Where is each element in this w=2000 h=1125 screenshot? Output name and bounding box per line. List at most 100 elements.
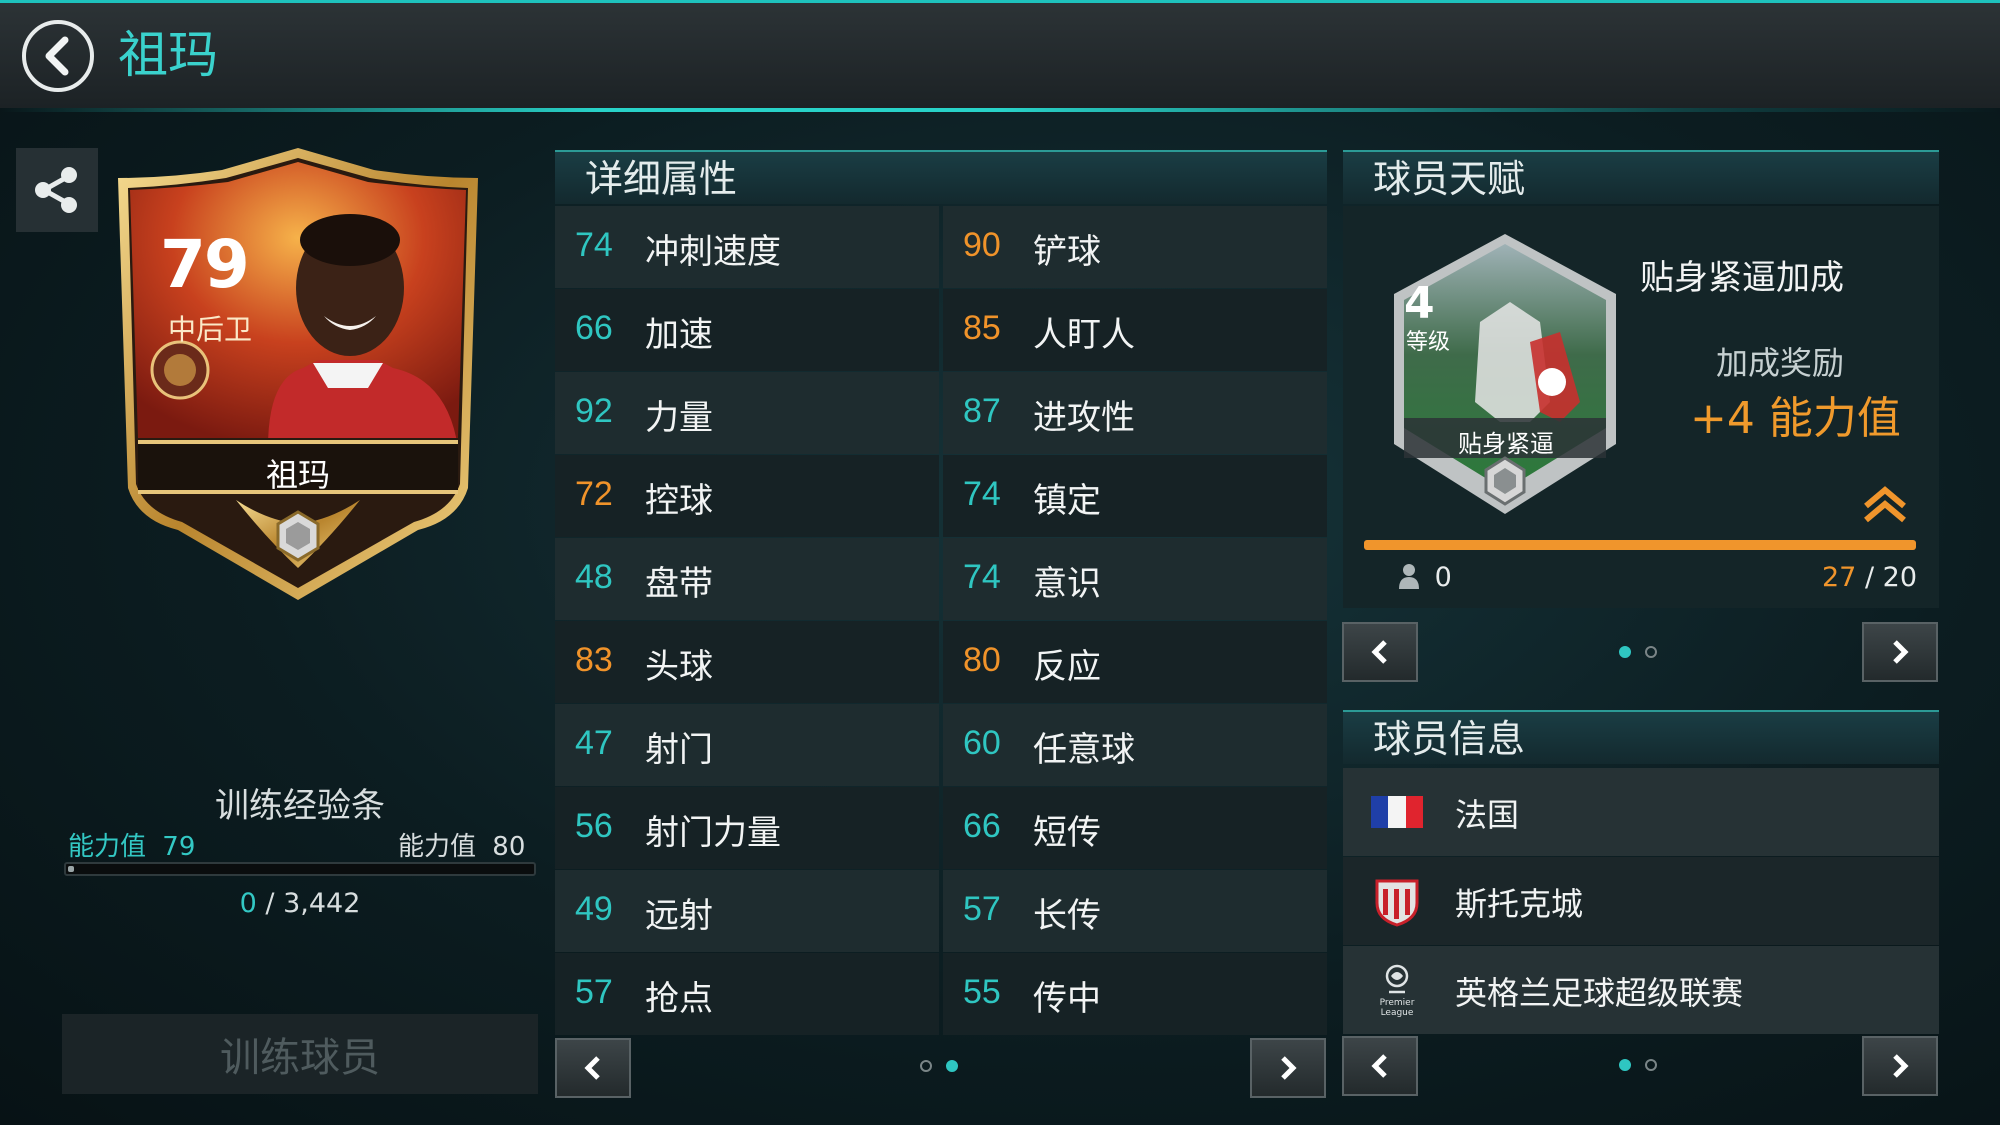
share-button[interactable] bbox=[16, 148, 98, 232]
attribute-cell-left: 49 远射 bbox=[555, 870, 939, 952]
next-level-label: 能力值 bbox=[398, 832, 477, 862]
attribute-label: 冲刺速度 bbox=[645, 232, 781, 272]
training-title: 训练经验条 bbox=[215, 786, 385, 826]
talent-progress-text: 27 / 20 bbox=[1822, 562, 1917, 593]
attribute-label: 控球 bbox=[645, 481, 713, 521]
talent-next-button[interactable] bbox=[1862, 622, 1938, 682]
card-position: 中后卫 bbox=[168, 313, 253, 346]
attribute-label: 铲球 bbox=[1033, 232, 1101, 272]
info-row-league[interactable]: Premier League 英格兰足球超级联赛 bbox=[1343, 946, 1939, 1034]
info-next-button[interactable] bbox=[1862, 1036, 1938, 1096]
talent-badge[interactable] bbox=[1390, 232, 1620, 522]
talent-prev-button[interactable] bbox=[1342, 622, 1418, 682]
attributes-prev-button[interactable] bbox=[555, 1038, 631, 1098]
attribute-value: 47 bbox=[575, 724, 613, 762]
page-dot bbox=[920, 1060, 932, 1072]
attribute-value: 90 bbox=[963, 226, 1001, 264]
france-flag-icon bbox=[1371, 796, 1423, 828]
chevron-left-icon bbox=[1371, 640, 1387, 664]
xp-separator: / bbox=[265, 888, 284, 919]
chevron-left-icon bbox=[584, 1056, 600, 1080]
attribute-value: 55 bbox=[963, 973, 1001, 1011]
attribute-cell-right: 55 传中 bbox=[943, 953, 1327, 1035]
attribute-cell-right: 80 反应 bbox=[943, 621, 1327, 703]
attributes-next-button[interactable] bbox=[1250, 1038, 1326, 1098]
current-level: 能力值 79 bbox=[68, 826, 195, 863]
bonus-label: 加成奖励 bbox=[1716, 344, 1845, 382]
attribute-cell-left: 72 控球 bbox=[555, 455, 939, 537]
talent-badge-name: 贴身紧逼 bbox=[1458, 430, 1554, 458]
attribute-cell-right: 74 意识 bbox=[943, 538, 1327, 620]
card-frame bbox=[118, 148, 478, 600]
attribute-label: 任意球 bbox=[1033, 730, 1135, 770]
page-title: 祖玛 bbox=[118, 26, 218, 84]
attribute-value: 57 bbox=[963, 890, 1001, 928]
attribute-label: 力量 bbox=[645, 398, 713, 438]
talent-count: 0 bbox=[1398, 562, 1452, 593]
current-level-value: 79 bbox=[162, 832, 196, 862]
bonus-value: +4 能力值 bbox=[1690, 393, 1901, 444]
attribute-label: 人盯人 bbox=[1033, 315, 1135, 355]
attribute-label: 镇定 bbox=[1033, 481, 1101, 521]
attribute-value: 80 bbox=[963, 641, 1001, 679]
attribute-value: 83 bbox=[575, 641, 613, 679]
talent-name: 贴身紧逼加成 bbox=[1640, 258, 1844, 298]
attribute-row: 92 力量 87 进攻性 bbox=[555, 372, 1327, 455]
chevron-right-icon bbox=[1893, 640, 1909, 664]
player-card[interactable]: 79 中后卫 祖玛 bbox=[118, 148, 478, 600]
attribute-row: 74 冲刺速度 90 铲球 bbox=[555, 206, 1327, 289]
attribute-row: 48 盘带 74 意识 bbox=[555, 538, 1327, 621]
attribute-label: 远射 bbox=[645, 896, 713, 936]
top-bar: 祖玛 bbox=[0, 0, 2000, 112]
page-dot-active bbox=[1619, 1059, 1631, 1071]
attribute-value: 60 bbox=[963, 724, 1001, 762]
attribute-cell-left: 74 冲刺速度 bbox=[555, 206, 939, 288]
page-dot-active bbox=[1619, 646, 1631, 658]
upgrade-arrow-icon bbox=[1864, 486, 1906, 523]
attribute-label: 射门 bbox=[645, 730, 713, 770]
chevron-right-icon bbox=[1281, 1056, 1297, 1080]
attribute-value: 92 bbox=[575, 392, 613, 430]
info-page-indicator bbox=[1619, 1059, 1657, 1071]
attribute-cell-left: 48 盘带 bbox=[555, 538, 939, 620]
xp-total: 3,442 bbox=[283, 888, 361, 919]
talent-count-value: 0 bbox=[1434, 562, 1452, 593]
back-button[interactable] bbox=[22, 20, 94, 92]
attributes-title: 详细属性 bbox=[585, 157, 738, 201]
talent-level-number: 4 bbox=[1404, 278, 1435, 329]
attribute-row: 83 头球 80 反应 bbox=[555, 621, 1327, 704]
info-prev-button[interactable] bbox=[1342, 1036, 1418, 1096]
page-dot bbox=[1645, 1059, 1657, 1071]
next-level-value: 80 bbox=[492, 832, 526, 862]
attribute-value: 49 bbox=[575, 890, 613, 928]
attribute-cell-left: 56 射门力量 bbox=[555, 787, 939, 869]
train-player-button[interactable]: 训练球员 bbox=[62, 1014, 538, 1094]
talent-page-indicator bbox=[1619, 646, 1657, 658]
info-row-club[interactable]: 斯托克城 bbox=[1343, 857, 1939, 945]
league-logo-text-1: Premier bbox=[1379, 998, 1415, 1008]
attribute-row: 57 抢点 55 传中 bbox=[555, 953, 1327, 1036]
league-logo: Premier League bbox=[1371, 964, 1423, 1018]
talent-progress-current: 27 bbox=[1822, 562, 1857, 593]
attribute-row: 66 加速 85 人盯人 bbox=[555, 289, 1327, 372]
chevron-right-icon bbox=[1893, 1054, 1909, 1078]
attribute-label: 进攻性 bbox=[1033, 398, 1135, 438]
info-row-nation[interactable]: 法国 bbox=[1343, 768, 1939, 856]
attribute-value: 85 bbox=[963, 309, 1001, 347]
chevron-left-icon bbox=[45, 36, 69, 76]
talent-progress-separator: / bbox=[1864, 562, 1883, 593]
league-label: 英格兰足球超级联赛 bbox=[1455, 974, 1744, 1012]
attribute-cell-right: 85 人盯人 bbox=[943, 289, 1327, 371]
attribute-row: 72 控球 74 镇定 bbox=[555, 455, 1327, 538]
xp-text: 0 / 3,442 bbox=[0, 888, 600, 919]
attribute-cell-right: 90 铲球 bbox=[943, 206, 1327, 288]
attribute-value: 66 bbox=[963, 807, 1001, 845]
next-level: 能力值 80 bbox=[398, 826, 525, 863]
attribute-cell-right: 60 任意球 bbox=[943, 704, 1327, 786]
attribute-value: 74 bbox=[963, 558, 1001, 596]
attribute-row: 47 射门 60 任意球 bbox=[555, 704, 1327, 787]
current-level-label: 能力值 bbox=[68, 832, 147, 862]
info-title: 球员信息 bbox=[1373, 717, 1526, 761]
chevron-left-icon bbox=[1371, 1054, 1387, 1078]
attribute-value: 57 bbox=[575, 973, 613, 1011]
